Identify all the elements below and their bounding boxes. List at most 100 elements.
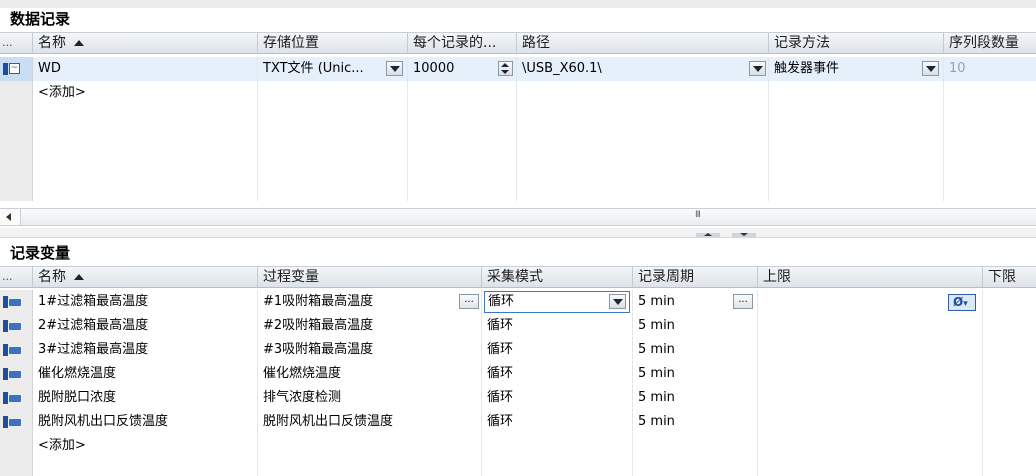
cell-name[interactable]: 3#过滤箱最高温度	[33, 338, 258, 362]
cell-records[interactable]: 10000	[408, 57, 517, 81]
acquisition-mode-dropdown-icon[interactable]	[609, 294, 626, 309]
cell-method[interactable]: 触发器事件	[769, 57, 944, 81]
cell-upper-limit[interactable]	[758, 338, 983, 362]
log-tag-icon	[3, 343, 21, 356]
cell-name[interactable]: 脱附风机出口反馈温度	[33, 410, 258, 434]
cell-logging-cycle[interactable]: 5 min	[633, 410, 758, 434]
cell-process-tag[interactable]: #2吸附箱最高温度	[258, 314, 482, 338]
empty-row	[0, 105, 1036, 129]
cell-upper-limit[interactable]	[758, 386, 983, 410]
cell-lower-limit[interactable]	[983, 290, 1036, 314]
cell-name[interactable]: 脱附脱口浓度	[33, 386, 258, 410]
cell-lower-limit[interactable]	[983, 410, 1036, 434]
column-header-logging-cycle[interactable]: 记录周期	[633, 267, 758, 287]
column-header-records-per-log[interactable]: 每个记录的...	[408, 33, 517, 53]
collapse-down-icon	[740, 233, 748, 236]
column-header-name[interactable]: 名称	[33, 33, 258, 53]
cell-process-tag[interactable]: 催化燃烧温度	[258, 362, 482, 386]
column-header-segment-count[interactable]: 序列段数量	[944, 33, 1036, 53]
empty-row	[0, 153, 1036, 177]
cell-logging-cycle[interactable]: 5 min	[633, 386, 758, 410]
empty-row	[0, 129, 1036, 153]
row-icon-cell	[0, 314, 33, 338]
process-tag-value: #1吸附箱最高温度	[263, 294, 374, 309]
table-row[interactable]: 3#过滤箱最高温度 #3吸附箱最高温度 循环 5 min	[0, 338, 1036, 362]
cell-acquisition-mode[interactable]: 循环	[482, 410, 633, 434]
cell-name[interactable]: 2#过滤箱最高温度	[33, 314, 258, 338]
cell-path[interactable]: \USB_X60.1\	[517, 57, 769, 81]
cell-acquisition-mode[interactable]: 循环	[482, 362, 633, 386]
table-row[interactable]: 脱附风机出口反馈温度 脱附风机出口反馈温度 循环 5 min	[0, 410, 1036, 434]
splitter-down-handle[interactable]	[732, 233, 756, 237]
logging-cycle-browse-button[interactable]: ...	[733, 294, 753, 309]
cell-lower-limit[interactable]	[983, 338, 1036, 362]
sort-ascending-icon	[74, 274, 84, 280]
upper-limit-null-button[interactable]: Ø▾	[948, 294, 976, 311]
data-log-icon: ~	[3, 62, 20, 76]
pane-splitter[interactable]	[0, 228, 1036, 238]
process-tag-browse-button[interactable]: ...	[459, 294, 479, 309]
column-header-storage[interactable]: 存储位置	[258, 33, 408, 53]
cell-upper-limit[interactable]	[758, 314, 983, 338]
path-value: \USB_X60.1\	[522, 61, 602, 76]
empty-row	[0, 458, 1036, 476]
cell-logging-cycle[interactable]: 5 min	[633, 338, 758, 362]
table-row[interactable]: 1#过滤箱最高温度 #1吸附箱最高温度 ... 循环 5 min ...	[0, 290, 1036, 314]
data-log-header: ... 名称 存储位置 每个记录的... 路径 记录方法 序列段数量	[0, 32, 1036, 54]
cell-lower-limit[interactable]	[983, 314, 1036, 338]
row-icon-cell: ~	[0, 57, 33, 81]
cell-lower-limit[interactable]	[983, 362, 1036, 386]
scroll-thumb[interactable]: III	[21, 209, 1036, 225]
cell-acquisition-mode[interactable]: 循环	[482, 338, 633, 362]
cell-name[interactable]: 1#过滤箱最高温度	[33, 290, 258, 314]
add-entry[interactable]: <添加>	[33, 81, 258, 105]
cell-segments[interactable]: 10	[944, 57, 1036, 81]
records-spinner-icon[interactable]	[498, 61, 513, 76]
column-header-path[interactable]: 路径	[517, 33, 769, 53]
cell-logging-cycle[interactable]: 5 min	[633, 362, 758, 386]
cell-process-tag[interactable]: #3吸附箱最高温度	[258, 338, 482, 362]
table-row-add[interactable]: <添加>	[0, 434, 1036, 458]
storage-dropdown-icon[interactable]	[386, 61, 403, 76]
column-header-acquisition-mode[interactable]: 采集模式	[482, 267, 633, 287]
cell-storage[interactable]: TXT文件 (Unic...	[258, 57, 408, 81]
row-icon-cell	[0, 362, 33, 386]
horizontal-scrollbar[interactable]: III	[0, 208, 1036, 226]
table-row[interactable]: 脱附脱口浓度 排气浓度检测 循环 5 min	[0, 386, 1036, 410]
cell-logging-cycle[interactable]: 5 min ...	[633, 290, 758, 314]
cell-acquisition-mode[interactable]: 循环	[482, 290, 633, 314]
cell-name[interactable]: WD	[33, 57, 258, 81]
add-entry[interactable]: <添加>	[33, 434, 258, 458]
column-header-name-label: 名称	[38, 35, 66, 51]
column-header-options[interactable]: ...	[0, 33, 33, 53]
scroll-left-button[interactable]	[0, 209, 21, 225]
column-header-upper-limit[interactable]: 上限	[758, 267, 983, 287]
cell-upper-limit[interactable]	[758, 362, 983, 386]
cell-acquisition-mode[interactable]: 循环	[482, 314, 633, 338]
method-dropdown-icon[interactable]	[922, 61, 939, 76]
column-header-lower-limit[interactable]: 下限	[983, 267, 1036, 287]
cell-lower-limit[interactable]	[983, 386, 1036, 410]
column-header-logging-method[interactable]: 记录方法	[769, 33, 944, 53]
log-tag-icon	[3, 367, 21, 380]
acquisition-mode-select[interactable]: 循环	[484, 291, 630, 313]
table-row[interactable]: ~ WD TXT文件 (Unic... 10000 \USB_X60.1\ 触发…	[0, 57, 1036, 81]
cell-upper-limit[interactable]	[758, 410, 983, 434]
splitter-up-handle[interactable]	[696, 233, 720, 237]
column-header-options[interactable]: ...	[0, 267, 33, 287]
cell-logging-cycle[interactable]: 5 min	[633, 314, 758, 338]
cell-process-tag[interactable]: #1吸附箱最高温度 ...	[258, 290, 482, 314]
collapse-up-icon	[704, 233, 712, 236]
column-header-name[interactable]: 名称	[33, 267, 258, 287]
cell-name[interactable]: 催化燃烧温度	[33, 362, 258, 386]
path-dropdown-icon[interactable]	[749, 61, 766, 76]
cell-process-tag[interactable]: 脱附风机出口反馈温度	[258, 410, 482, 434]
sort-ascending-icon	[74, 40, 84, 46]
cell-acquisition-mode[interactable]: 循环	[482, 386, 633, 410]
table-row[interactable]: 2#过滤箱最高温度 #2吸附箱最高温度 循环 5 min	[0, 314, 1036, 338]
column-header-process-tag[interactable]: 过程变量	[258, 267, 482, 287]
cell-process-tag[interactable]: 排气浓度检测	[258, 386, 482, 410]
table-row[interactable]: 催化燃烧温度 催化燃烧温度 循环 5 min	[0, 362, 1036, 386]
row-icon-cell	[0, 386, 33, 410]
table-row-add[interactable]: <添加>	[0, 81, 1036, 105]
